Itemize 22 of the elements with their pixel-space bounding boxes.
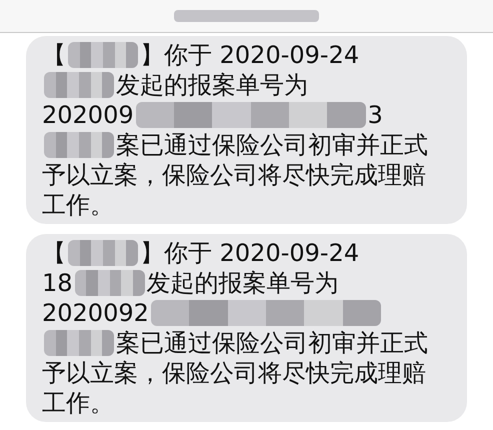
- message-text: 】你于 2020-09-24: [140, 238, 360, 268]
- message-text: 】你于 2020-09-24: [140, 40, 360, 70]
- message-text: 【: [42, 40, 66, 70]
- message-text: 发起的报案单号为: [116, 70, 308, 100]
- message-text: 202009: [42, 100, 134, 130]
- redaction-mosaic: [68, 42, 138, 68]
- message-text: 【: [42, 238, 66, 268]
- message-text: 予以立案，保险公司将尽快完成理赔: [42, 160, 426, 190]
- message-text: 3: [368, 100, 383, 130]
- message-text: 2020092: [42, 298, 149, 328]
- message-text: 案已通过保险公司初审并正式: [116, 328, 428, 358]
- redaction-mosaic: [74, 270, 145, 296]
- message-text: 予以立案，保险公司将尽快完成理赔: [42, 358, 426, 388]
- message-text: 发起的报案单号为: [146, 268, 339, 298]
- redaction-mosaic: [68, 240, 138, 266]
- message-text: 工作。: [42, 190, 114, 220]
- message-text: 工作。: [42, 388, 114, 418]
- message-text: 18: [42, 268, 73, 298]
- redaction-mosaic: [44, 330, 114, 356]
- message-text: 案已通过保险公司初审并正式: [116, 130, 428, 160]
- redaction-mosaic: [44, 132, 114, 158]
- redaction-mosaic: [44, 72, 114, 98]
